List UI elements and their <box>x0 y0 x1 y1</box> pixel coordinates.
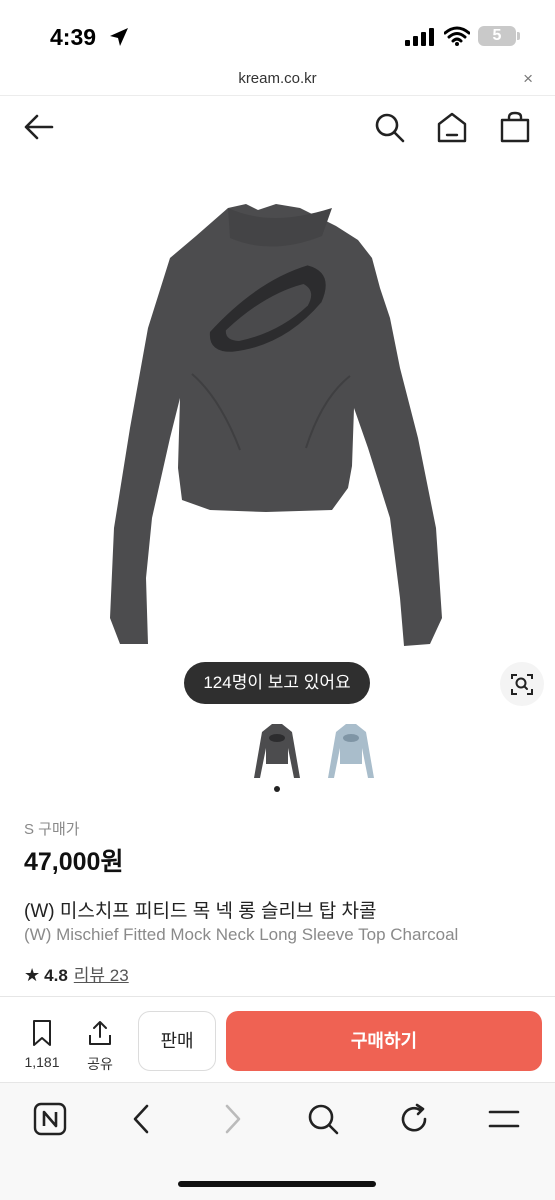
back-arrow-icon[interactable] <box>22 110 56 144</box>
bookmark-button[interactable]: 1,181 <box>20 1019 64 1070</box>
sell-button[interactable]: 판매 <box>138 1011 216 1071</box>
product-rating: ★ 4.8 리뷰 23 <box>24 961 129 986</box>
share-button[interactable]: 공유 <box>78 1019 122 1074</box>
image-search-button[interactable] <box>500 662 544 706</box>
home-indicator <box>178 1181 376 1187</box>
carousel-indicator <box>274 786 280 792</box>
home-icon[interactable] <box>435 110 469 144</box>
rating-score: 4.8 <box>44 966 68 985</box>
product-title-ko: (W) 미스치프 피티드 목 넥 롱 슬리브 탑 차콜 <box>24 901 377 922</box>
back-icon[interactable] <box>124 1101 160 1137</box>
location-arrow-icon <box>110 28 128 46</box>
naver-icon[interactable] <box>32 1101 68 1137</box>
shopping-bag-icon[interactable] <box>498 110 532 144</box>
battery-tip <box>517 32 520 40</box>
menu-icon[interactable] <box>486 1101 522 1137</box>
size-price-label[interactable]: S 구매가 <box>24 818 80 839</box>
bookmark-icon <box>33 1020 51 1046</box>
purchase-action-bar: 1,181 공유 판매 구매하기 <box>0 996 555 1082</box>
url-text[interactable]: kream.co.kr <box>0 70 555 87</box>
product-price: 47,000원 <box>24 848 124 876</box>
share-label: 공유 <box>87 1056 113 1072</box>
star-icon: ★ <box>24 965 41 985</box>
wifi-icon <box>444 26 470 46</box>
product-thumbnails <box>0 720 555 790</box>
search-icon[interactable] <box>372 110 406 144</box>
lens-icon <box>511 674 533 695</box>
battery-icon: 5 <box>478 26 516 46</box>
review-link[interactable]: 리뷰 23 <box>74 966 129 985</box>
close-icon[interactable]: × <box>523 69 533 89</box>
search-icon[interactable] <box>305 1101 341 1137</box>
refresh-icon[interactable] <box>396 1101 432 1137</box>
forward-icon[interactable] <box>214 1101 250 1137</box>
thumbnail-blue[interactable] <box>326 720 376 782</box>
product-image-area[interactable]: 124명이 보고 있어요 <box>0 158 555 716</box>
page-header <box>0 96 555 158</box>
thumbnail-charcoal[interactable] <box>252 720 302 782</box>
battery-level: 5 <box>492 27 502 44</box>
product-image[interactable] <box>100 198 452 658</box>
cellular-signal-icon <box>405 28 434 46</box>
buy-button[interactable]: 구매하기 <box>226 1011 542 1071</box>
viewer-count-pill: 124명이 보고 있어요 <box>184 662 370 704</box>
status-time: 4:39 <box>50 24 97 50</box>
bookmark-count: 1,181 <box>24 1054 60 1070</box>
url-bar[interactable]: kream.co.kr × <box>0 62 555 96</box>
status-bar: 4:39 5 <box>0 0 555 62</box>
share-icon <box>89 1021 111 1045</box>
product-title-en: (W) Mischief Fitted Mock Neck Long Sleev… <box>24 925 459 944</box>
